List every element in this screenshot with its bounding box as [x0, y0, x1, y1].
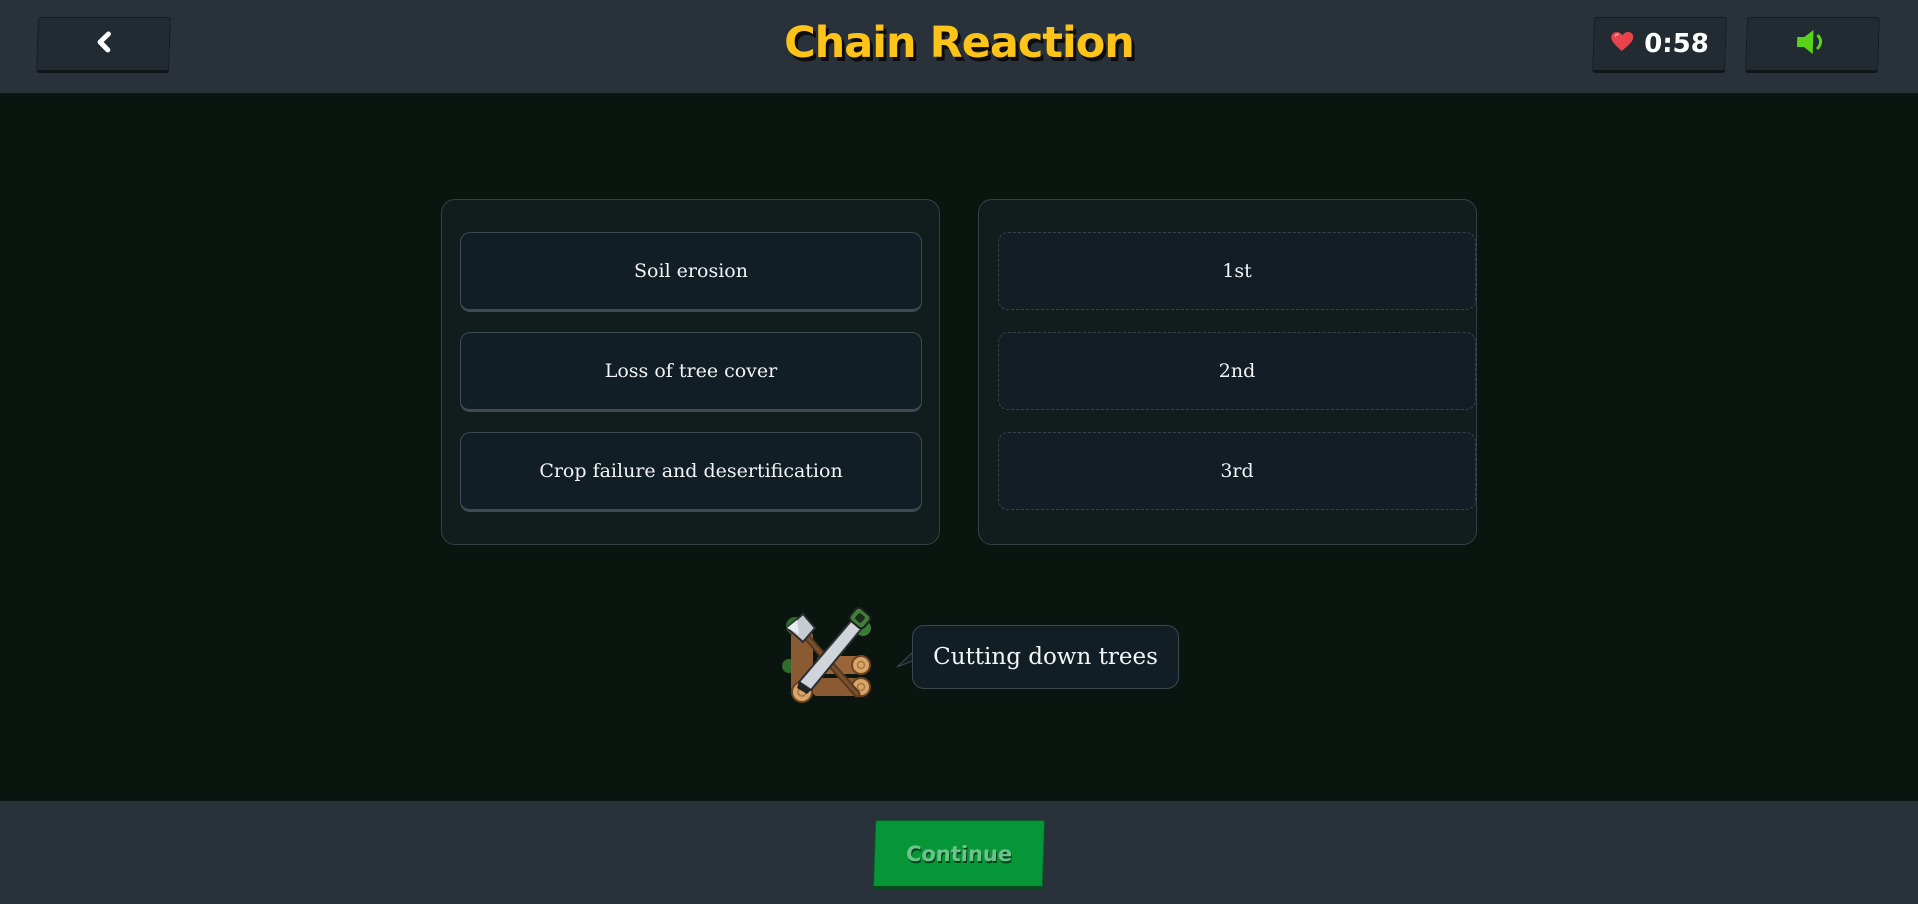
slot-label: 2nd: [1218, 360, 1256, 382]
slot-label: 1st: [1222, 260, 1252, 282]
prompt-bubble: Cutting down trees: [912, 625, 1179, 689]
timer-text: 0:58: [1643, 29, 1710, 59]
sound-toggle-button[interactable]: [1745, 17, 1880, 73]
option-label: Soil erosion: [634, 260, 748, 282]
speaker-icon: [1794, 28, 1831, 60]
order-slots-panel: 1st 2nd 3rd: [978, 199, 1477, 545]
option-card[interactable]: Loss of tree cover: [460, 332, 922, 412]
slot-label: 3rd: [1220, 460, 1254, 482]
order-slot-1[interactable]: 1st: [998, 232, 1476, 310]
continue-label: Continue: [905, 841, 1013, 866]
option-label: Loss of tree cover: [604, 360, 778, 382]
option-card[interactable]: Soil erosion: [460, 232, 922, 312]
options-panel: Soil erosion Loss of tree cover Crop fai…: [441, 199, 940, 545]
axe-and-saw-icon: [777, 604, 875, 708]
timer-display: 0:58: [1592, 17, 1727, 73]
order-slot-2[interactable]: 2nd: [998, 332, 1476, 410]
heart-icon: [1610, 31, 1635, 57]
continue-button[interactable]: Continue: [872, 820, 1046, 890]
order-slot-3[interactable]: 3rd: [998, 432, 1476, 510]
option-label: Crop failure and desertification: [539, 460, 843, 482]
prompt-text: Cutting down trees: [933, 644, 1158, 670]
option-card[interactable]: Crop failure and desertification: [460, 432, 922, 512]
